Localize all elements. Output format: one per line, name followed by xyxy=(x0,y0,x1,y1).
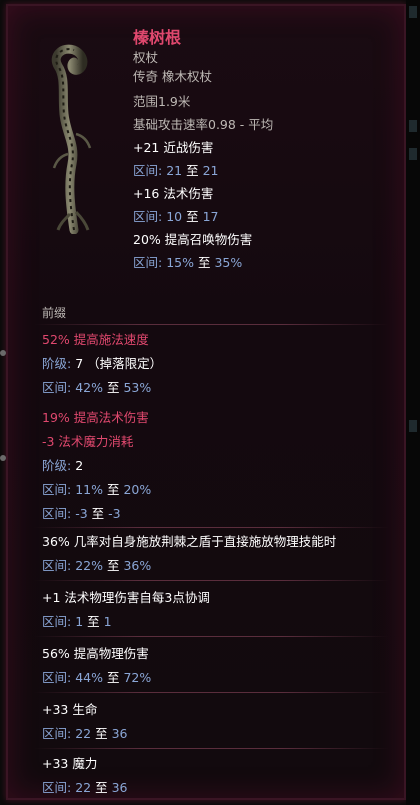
side-panel-edge xyxy=(406,0,420,805)
item-attack-speed: 基础攻击速率0.98 - 平均 xyxy=(133,117,274,132)
item-rarity-base: 传奇 橡木权杖 xyxy=(133,69,212,84)
affix-tier: 阶级: 2 xyxy=(42,458,84,473)
divider xyxy=(34,324,389,325)
affix-block: 36% 几率对自身施放荆棘之盾于直接施放物理技能时 区间: 22% 至 36% xyxy=(42,530,336,578)
affix-range: 区间: 22 至 36 xyxy=(42,780,128,795)
affix-block: 56% 提高物理伤害 区间: 44% 至 72% xyxy=(42,642,151,690)
implicit-range: 区间: 10 至 17 xyxy=(133,209,219,224)
divider xyxy=(34,692,389,693)
affix-text: 19% 提高法术伤害 xyxy=(42,410,149,425)
affix-text: +33 魔力 xyxy=(42,756,98,771)
divider xyxy=(34,636,389,637)
prefix-affix: 19% 提高法术伤害 -3 法术魔力消耗 阶级: 2 区间: 11% 至 20%… xyxy=(42,406,151,526)
divider xyxy=(34,527,389,528)
affix-block: +33 魔力 区间: 22 至 36 xyxy=(42,752,128,800)
edge-marker xyxy=(0,455,6,461)
affix-range: 区间: 1 至 1 xyxy=(42,614,112,629)
edge-tick xyxy=(409,420,417,432)
affix-block: +1 法术物理伤害自每3点协调 区间: 1 至 1 xyxy=(42,586,210,634)
edge-tick xyxy=(409,120,417,132)
implicit-text: +21 近战伤害 xyxy=(133,140,214,155)
affix-range: 区间: 22 至 36 xyxy=(42,726,128,741)
affix-range: 区间: 42% 至 53% xyxy=(42,380,152,395)
prefix-affix: 52% 提高施法速度 阶级: 7 （掉落限定） 区间: 42% 至 53% xyxy=(42,328,162,400)
item-header: 榛树根 权杖 传奇 橡木权杖 范围1.9米 基础攻击速率0.98 - 平均 +2… xyxy=(133,28,273,274)
prefix-title: 前缀 xyxy=(42,306,67,320)
implicit-text: 20% 提高召唤物伤害 xyxy=(133,232,253,247)
affix-text: +1 法术物理伤害自每3点协调 xyxy=(42,590,210,605)
implicit-range: 区间: 15% 至 35% xyxy=(133,255,243,270)
edge-marker xyxy=(0,350,6,356)
item-range: 范围1.9米 xyxy=(133,94,191,109)
implicit-range: 区间: 21 至 21 xyxy=(133,163,219,178)
affix-block: +33 生命 区间: 22 至 36 xyxy=(42,698,128,746)
affix-text: 36% 几率对自身施放荆棘之盾于直接施放物理技能时 xyxy=(42,534,337,549)
affix-range: 区间: 44% 至 72% xyxy=(42,670,152,685)
implicit-text: +16 法术伤害 xyxy=(133,186,214,201)
divider xyxy=(34,748,389,749)
affix-text: 52% 提高施法速度 xyxy=(42,332,149,347)
edge-tick xyxy=(409,6,417,18)
affix-range: 区间: 11% 至 20% xyxy=(42,482,152,497)
affix-range: 区间: -3 至 -3 xyxy=(42,506,121,521)
item-name: 榛树根 xyxy=(133,28,182,47)
edge-tick xyxy=(409,148,417,160)
twisted-root-scepter-icon xyxy=(51,44,92,234)
affix-range: 区间: 22% 至 36% xyxy=(42,558,152,573)
item-tooltip: 榛树根 权杖 传奇 橡木权杖 范围1.9米 基础攻击速率0.98 - 平均 +2… xyxy=(6,4,406,800)
affix-text: +33 生命 xyxy=(42,702,98,717)
affix-tier: 阶级: 7 （掉落限定） xyxy=(42,356,163,371)
divider xyxy=(34,580,389,581)
item-type: 权杖 xyxy=(133,50,159,65)
affix-text: -3 法术魔力消耗 xyxy=(42,434,134,449)
affix-text: 56% 提高物理伤害 xyxy=(42,646,149,661)
